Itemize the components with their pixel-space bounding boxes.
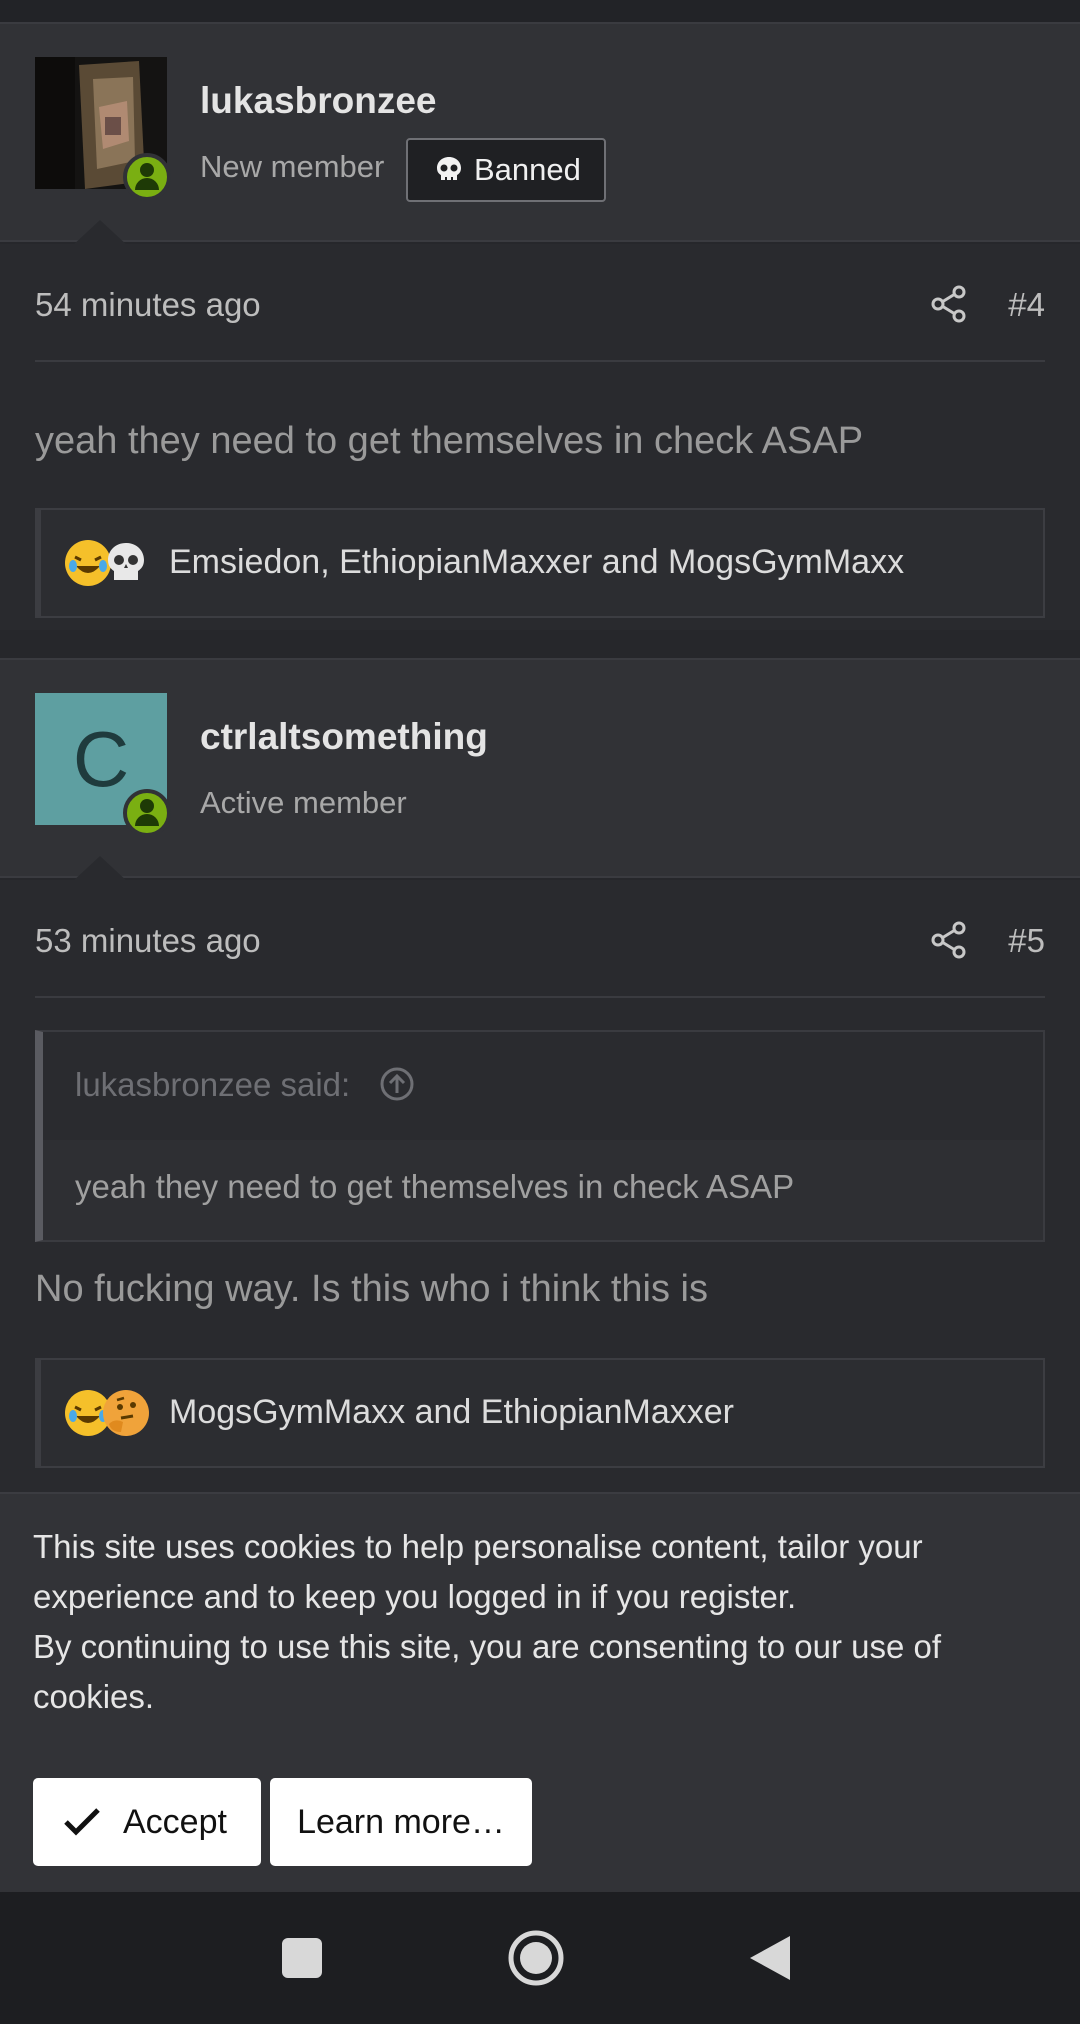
share-icon[interactable] (929, 920, 969, 960)
thinking-emoji-icon (103, 1390, 149, 1436)
post-meta: 54 minutes ago #4 (35, 244, 1045, 362)
post-number[interactable]: #5 (1008, 922, 1045, 960)
post-meta: 53 minutes ago #5 (35, 880, 1045, 998)
arrow-up-circle-icon[interactable] (379, 1066, 415, 1102)
cookie-notice-text: This site uses cookies to help personali… (33, 1522, 1043, 1722)
share-icon[interactable] (929, 284, 969, 324)
online-status-icon (123, 789, 171, 837)
banned-badge-label: Banned (474, 152, 581, 187)
post-user-header: lukasbronzee New member Banned (0, 22, 1080, 246)
cookie-notice-line-2: By continuing to use this site, you are … (33, 1628, 951, 1715)
reaction-icons (65, 1390, 149, 1440)
learn-more-button-label: Learn more… (297, 1802, 505, 1841)
cookie-notice-line-1: This site uses cookies to help personali… (33, 1528, 932, 1615)
quote-author[interactable]: lukasbronzee said: (75, 1066, 350, 1104)
post-5: C ctrlaltsomething Active member 53 minu… (0, 658, 1080, 1492)
user-arrow (72, 856, 128, 882)
post-body: 54 minutes ago #4 yeah they need to get … (0, 244, 1080, 630)
avatar[interactable]: C (35, 693, 171, 837)
post-timestamp[interactable]: 53 minutes ago (35, 922, 261, 960)
cookie-notice: This site uses cookies to help personali… (0, 1492, 1080, 1892)
post-4: lukasbronzee New member Banned 54 minute… (0, 22, 1080, 630)
top-strip (0, 0, 1080, 22)
skull-emoji-icon (103, 540, 149, 586)
quote-body: yeah they need to get themselves in chec… (43, 1140, 1043, 1240)
quote-text: yeah they need to get themselves in chec… (75, 1168, 795, 1205)
reaction-users[interactable]: MogsGymMaxx and EthiopianMaxxer (169, 1393, 734, 1432)
accept-button-label: Accept (123, 1802, 227, 1841)
post-message: yeah they need to get themselves in chec… (35, 420, 864, 462)
quote-block: lukasbronzee said: yeah they need to get… (35, 1030, 1045, 1242)
user-arrow (72, 220, 128, 246)
user-title: New member (200, 149, 385, 184)
post-timestamp[interactable]: 54 minutes ago (35, 286, 261, 324)
accept-button[interactable]: Accept (33, 1778, 261, 1866)
user-title: Active member (200, 785, 407, 820)
username[interactable]: ctrlaltsomething (200, 716, 488, 758)
post-user-header: C ctrlaltsomething Active member (0, 658, 1080, 882)
back-icon[interactable] (746, 1928, 794, 1988)
post-body: 53 minutes ago #5 lukasbronzee said: yea… (0, 880, 1080, 1492)
quote-header: lukasbronzee said: (43, 1032, 1043, 1140)
username[interactable]: lukasbronzee (200, 80, 436, 122)
skull-icon (437, 157, 461, 181)
learn-more-button[interactable]: Learn more… (270, 1778, 532, 1866)
recent-apps-icon[interactable] (280, 1928, 324, 1988)
post-message: No fucking way. Is this who i think this… (35, 1268, 708, 1310)
post-number[interactable]: #4 (1008, 286, 1045, 324)
system-navigation-bar (0, 1892, 1080, 2024)
avatar[interactable] (35, 57, 171, 201)
checkmark-icon (64, 1808, 100, 1836)
reaction-icons (65, 540, 149, 590)
reactions-bar[interactable]: Emsiedon, EthiopianMaxxer and MogsGymMax… (35, 508, 1045, 618)
reaction-users[interactable]: Emsiedon, EthiopianMaxxer and MogsGymMax… (169, 543, 904, 582)
reactions-bar[interactable]: MogsGymMaxx and EthiopianMaxxer (35, 1358, 1045, 1468)
banned-badge: Banned (406, 138, 606, 202)
home-icon[interactable] (506, 1928, 566, 1988)
online-status-icon (123, 153, 171, 201)
